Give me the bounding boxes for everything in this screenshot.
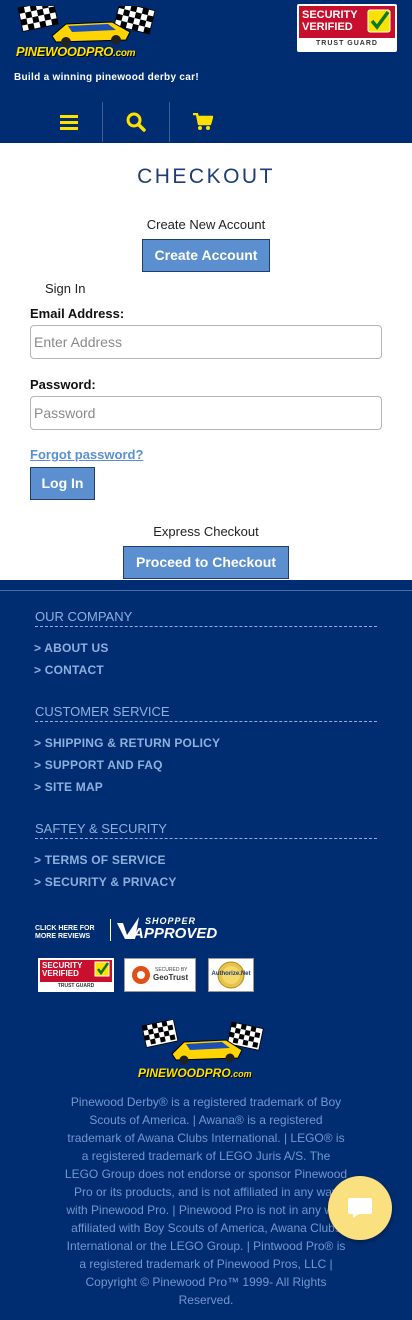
footer-heading-customer-service: CUSTOMER SERVICE — [35, 704, 377, 722]
proceed-to-checkout-button[interactable]: Proceed to Checkout — [123, 546, 289, 579]
chat-button[interactable] — [328, 1176, 392, 1240]
checkout-panel: CHECKOUT Create New Account Create Accou… — [0, 143, 412, 580]
express-checkout-label: Express Checkout — [153, 524, 259, 539]
footer-link-about-us[interactable]: > ABOUT US — [34, 641, 109, 655]
cart-button[interactable] — [170, 102, 236, 142]
legal-disclaimer: Pinewood Derby® is a registered trademar… — [64, 1095, 348, 1307]
footer-link-shipping-return[interactable]: > SHIPPING & RETURN POLICY — [34, 736, 220, 750]
create-account-button[interactable]: Create Account — [142, 239, 270, 272]
search-button[interactable] — [103, 102, 169, 142]
derby-car-flags-icon — [141, 1018, 264, 1065]
menu-button[interactable] — [36, 102, 102, 142]
password-label: Password: — [30, 377, 96, 392]
security-verified-footer-badge[interactable]: SECURITY VERIFIED TRUST GUARD — [38, 958, 114, 992]
footer-link-site-map[interactable]: > SITE MAP — [34, 780, 103, 794]
verified-check-icon — [367, 9, 391, 33]
verified-check-icon — [94, 961, 110, 977]
menu-icon — [60, 115, 78, 130]
forgot-password-link[interactable]: Forgot password? — [30, 447, 143, 462]
shopper-small-line2: MORE REVIEWS — [35, 933, 91, 940]
email-field[interactable] — [30, 325, 382, 359]
footer-link-contact[interactable]: > CONTACT — [34, 663, 104, 677]
chat-bubble-icon — [348, 1198, 372, 1218]
password-field[interactable] — [30, 396, 382, 430]
security-verified-badge[interactable]: SECURITY VERIFIED TRUST GUARD — [297, 4, 397, 52]
geotrust-logo-icon — [132, 966, 150, 984]
create-account-label: Create New Account — [146, 217, 266, 232]
footer-link-terms[interactable]: > TERMS OF SERVICE — [34, 853, 166, 867]
footer-link-support-faq[interactable]: > SUPPORT AND FAQ — [34, 758, 163, 772]
site-header: PINEWOODPRO.com Build a winning pinewood… — [0, 0, 412, 143]
shopper-approved-badge[interactable]: CLICK HERE FOR MORE REVIEWS SHOPPER APPRO… — [35, 911, 225, 945]
footer-divider — [0, 590, 412, 591]
log-in-button[interactable]: Log In — [30, 467, 95, 500]
cart-icon — [193, 113, 213, 130]
email-label: Email Address: — [30, 306, 125, 321]
footer-heading-safety-security: SAFTEY & SECURITY — [35, 821, 377, 839]
authorize-net-badge[interactable]: Authorize.Net — [208, 958, 254, 992]
shopper-divider — [110, 919, 111, 941]
authorize-net-label: Authorize.Net — [211, 971, 251, 977]
main-nav — [36, 102, 236, 142]
approved-label: APPROVED — [133, 925, 218, 942]
footer-logo-wordmark: PINEWOODPRO.com — [138, 1066, 252, 1080]
logo-wordmark: PINEWOODPRO.com — [16, 44, 136, 59]
site-tagline: Build a winning pinewood derby car! — [14, 72, 199, 83]
search-icon — [126, 112, 146, 132]
footer-heading-our-company: OUR COMPANY — [35, 609, 377, 627]
footer-link-security-privacy[interactable]: > SECURITY & PRIVACY — [34, 875, 177, 889]
geotrust-badge[interactable]: SECURED BY GeoTrust — [124, 958, 196, 992]
shopper-small-line1: CLICK HERE FOR — [35, 925, 95, 932]
sign-in-label: Sign In — [45, 281, 86, 296]
page-title: CHECKOUT — [137, 165, 275, 188]
